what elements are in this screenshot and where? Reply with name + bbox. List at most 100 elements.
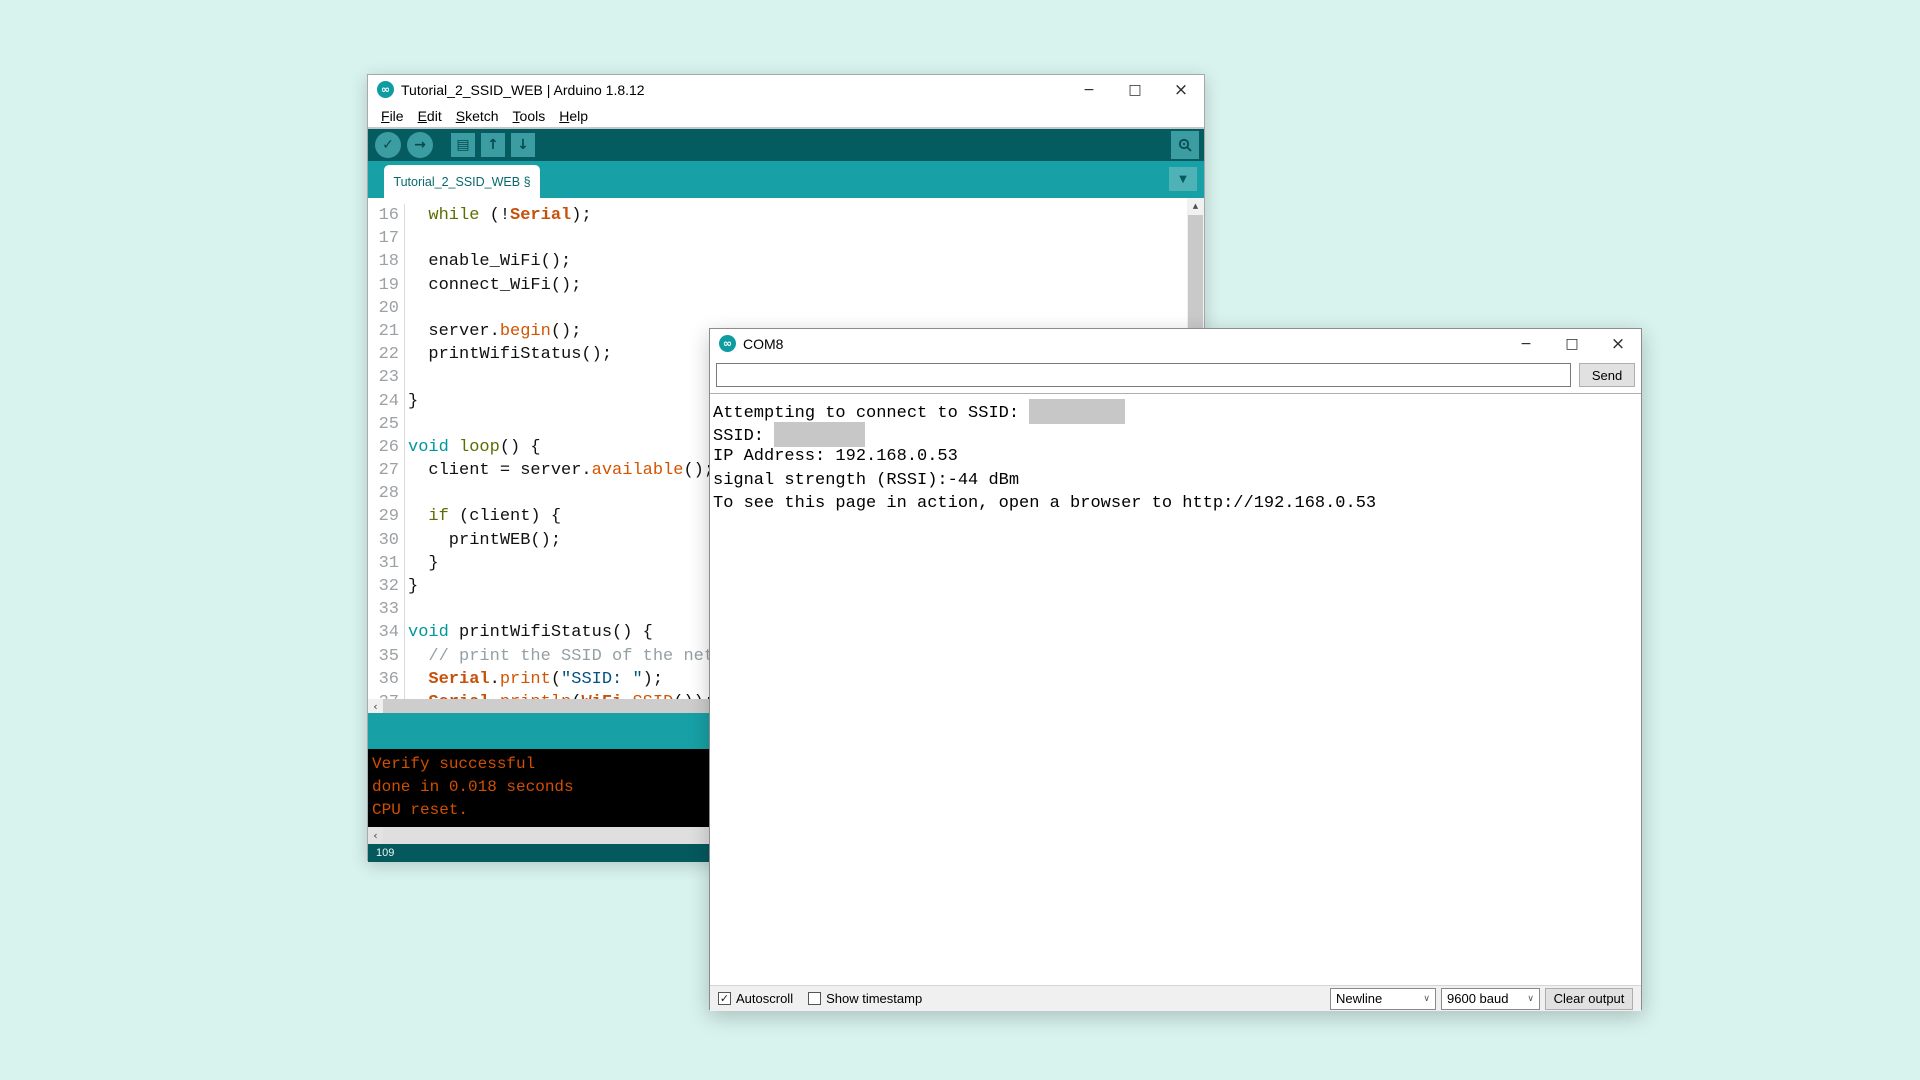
menu-sketch[interactable]: Sketch [449,108,506,124]
redaction-box [1029,399,1125,424]
code-text: } [405,575,418,598]
serial-line: signal strength (RSSI):-44 dBm [713,469,1638,492]
code-text [405,482,408,505]
line-number: 35 [368,645,405,668]
code-text [405,297,408,320]
serial-window-title: COM8 [743,336,783,352]
serial-bottom-bar: ✓ Autoscroll Show timestamp Newline ∨ 96… [710,986,1641,1011]
open-button[interactable]: ↑ [481,133,505,157]
tab-dropdown-button[interactable]: ▼ [1169,167,1197,191]
scroll-left-icon[interactable]: ‹ [368,699,383,713]
code-line: 17 [368,227,1204,250]
line-number: 19 [368,274,405,297]
code-text: } [405,390,418,413]
chevron-down-icon: ∨ [1423,994,1430,1004]
code-line: 18 enable_WiFi(); [368,250,1204,273]
autoscroll-checkbox[interactable]: ✓ [718,992,731,1005]
serial-line: Attempting to connect to SSID: [713,399,1638,422]
tab-label: Tutorial_2_SSID_WEB § [393,175,530,189]
code-text: void printWifiStatus() { [405,621,653,644]
ide-window-title: Tutorial_2_SSID_WEB | Arduino 1.8.12 [401,82,645,98]
line-number: 23 [368,366,405,389]
maximize-button[interactable]: □ [1112,75,1158,104]
code-text: void loop() { [405,436,541,459]
autoscroll-label: Autoscroll [736,991,793,1006]
line-number: 20 [368,297,405,320]
serial-monitor-icon [1177,137,1193,153]
save-button[interactable]: ↓ [511,133,535,157]
line-number: 25 [368,413,405,436]
verify-button[interactable]: ✓ [375,132,401,158]
menu-file[interactable]: File [374,108,411,124]
baud-rate-value: 9600 baud [1447,991,1508,1006]
code-text: printWEB(); [405,529,561,552]
code-text: while (!Serial); [405,204,592,227]
serial-input-row: Send [710,358,1641,393]
serial-window-controls: − □ × [1503,329,1641,358]
maximize-button[interactable]: □ [1549,329,1595,358]
line-number: 31 [368,552,405,575]
line-number: 22 [368,343,405,366]
code-text [405,366,408,389]
serial-line: To see this page in action, open a brows… [713,492,1638,515]
code-text: } [405,552,439,575]
line-number: 29 [368,505,405,528]
line-number: 21 [368,320,405,343]
line-number: 33 [368,598,405,621]
close-button[interactable]: × [1595,329,1641,358]
serial-monitor-button[interactable] [1171,131,1199,159]
minimize-button[interactable]: − [1066,75,1112,104]
code-text [405,227,408,250]
code-text: server.begin(); [405,320,581,343]
vertical-scroll-thumb[interactable] [1188,215,1203,335]
line-number: 24 [368,390,405,413]
menu-bar: FileEditSketchToolsHelp [368,104,1204,129]
tab-tutorial-2-ssid-web[interactable]: Tutorial_2_SSID_WEB § [384,165,540,198]
redaction-box [774,422,865,447]
menu-help[interactable]: Help [552,108,595,124]
line-number: 34 [368,621,405,644]
chevron-down-icon: ∨ [1527,994,1534,1004]
serial-line: SSID: [713,422,1638,445]
code-text: enable_WiFi(); [405,250,571,273]
code-text: Serial.print("SSID: "); [405,668,663,691]
code-text [405,413,408,436]
line-number: 37 [368,691,405,699]
serial-output[interactable]: Attempting to connect to SSID: SSID: IP … [710,393,1641,986]
new-button[interactable]: ▤ [451,133,475,157]
show-timestamp-checkbox[interactable] [808,992,821,1005]
serial-send-input[interactable] [716,363,1571,387]
cursor-line-indicator: 109 [376,847,394,859]
tab-bar: Tutorial_2_SSID_WEB § ▼ [368,161,1204,198]
toolbar-buttons: ✓→ ▤↑↓ [375,132,535,158]
line-ending-value: Newline [1336,991,1382,1006]
baud-rate-dropdown[interactable]: 9600 baud ∨ [1441,988,1540,1010]
toolbar: ✓→ ▤↑↓ [368,129,1204,161]
menu-edit[interactable]: Edit [411,108,449,124]
upload-button[interactable]: → [407,132,433,158]
line-number: 17 [368,227,405,250]
line-number: 16 [368,204,405,227]
line-number: 30 [368,529,405,552]
code-text: // print the SSID of the network [405,645,755,668]
code-text [405,598,408,621]
arduino-logo-icon: ∞ [377,81,394,98]
console-scroll-left-icon[interactable]: ‹ [368,827,383,844]
line-number: 32 [368,575,405,598]
menu-tools[interactable]: Tools [506,108,553,124]
code-line: 19 connect_WiFi(); [368,274,1204,297]
code-line: 16 while (!Serial); [368,204,1204,227]
minimize-button[interactable]: − [1503,329,1549,358]
scroll-up-icon[interactable]: ▲ [1187,198,1204,214]
code-text: if (client) { [405,505,561,528]
code-text: printWifiStatus(); [405,343,612,366]
close-button[interactable]: × [1158,75,1204,104]
line-ending-dropdown[interactable]: Newline ∨ [1330,988,1436,1010]
code-text: Serial.println(WiFi.SSID()); [405,691,714,699]
clear-output-button[interactable]: Clear output [1545,988,1633,1010]
serial-titlebar: ∞ COM8 − □ × [710,329,1641,358]
serial-monitor-window: ∞ COM8 − □ × Send Attempting to connect … [709,328,1642,1010]
line-number: 27 [368,459,405,482]
send-button[interactable]: Send [1579,363,1635,387]
ide-titlebar: ∞ Tutorial_2_SSID_WEB | Arduino 1.8.12 −… [368,75,1204,104]
